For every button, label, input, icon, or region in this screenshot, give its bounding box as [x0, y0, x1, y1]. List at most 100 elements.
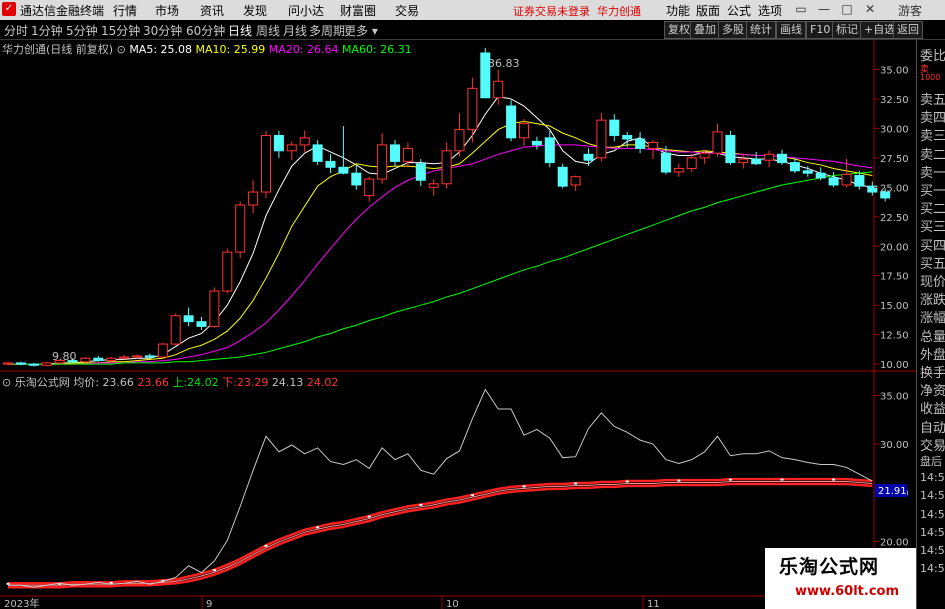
indicator-settings-icon[interactable]: ⊙: [2, 376, 11, 389]
f10-button[interactable]: F10: [806, 21, 835, 39]
candle-body-up: [493, 80, 504, 99]
tab-30min[interactable]: 30分钟: [143, 22, 182, 39]
panel-item: 14:56: [920, 507, 945, 521]
y-tick-label: 22.50: [880, 213, 909, 224]
value-5: 24.13: [271, 376, 304, 389]
ma5-label: MA5: 25.08: [129, 43, 193, 56]
candle-body-down: [815, 172, 826, 179]
candle-body-up: [132, 355, 142, 358]
candle-body-down: [557, 166, 568, 187]
up-label: 上:: [172, 376, 188, 389]
watermark-logo: 乐淘公式网 www.60lt.com: [765, 548, 916, 609]
candle-body-up: [248, 191, 259, 206]
menu-item-options[interactable]: 选项: [758, 2, 782, 19]
panel-item: 卖一: [920, 165, 945, 181]
tab-more[interactable]: 更多 ▾: [344, 22, 378, 39]
candle-body-up: [596, 119, 607, 159]
candle-body-down: [660, 152, 671, 173]
draw-line-button[interactable]: 画线: [776, 21, 806, 39]
candle-body-up: [454, 129, 465, 152]
candle-body-down: [635, 138, 646, 149]
candle-body-down: [544, 137, 555, 164]
value-2: 23.66: [137, 376, 169, 389]
tab-60min[interactable]: 60分钟: [186, 22, 225, 39]
band-marker: [728, 478, 732, 481]
menu-item-quotes[interactable]: 行情: [113, 2, 137, 19]
tab-daily[interactable]: 日线: [228, 22, 252, 39]
menu-item-wealth[interactable]: 财富圈: [340, 2, 376, 19]
menu-item-function[interactable]: 功能: [666, 2, 690, 19]
tab-monthly[interactable]: 月线: [283, 22, 307, 39]
value-6: 24.02: [306, 376, 339, 389]
ma60-label: MA60: 26.31: [341, 43, 412, 56]
panel-item: 14:56: [920, 544, 945, 557]
panel-item: 买三: [920, 220, 945, 236]
guest-label[interactable]: 游客: [898, 2, 922, 19]
band-marker: [470, 494, 474, 497]
indicator-legend: ⊙ 乐淘公式网 均价: 23.66 23.66 上:24.02 下:23.29 …: [2, 374, 338, 390]
minimize-icon[interactable]: —: [815, 1, 833, 18]
overlay-button[interactable]: 叠加: [690, 21, 720, 39]
candle-body-up: [712, 131, 723, 154]
candle-body-up: [673, 167, 684, 173]
menu-item-formula[interactable]: 公式: [727, 2, 751, 19]
y-tick-label: 20.00: [880, 242, 909, 253]
panel-item: 卖五: [920, 93, 945, 108]
ma5-line: [8, 96, 873, 365]
candle-body-up: [467, 87, 478, 131]
menu-item-trade[interactable]: 交易: [395, 2, 419, 19]
date-label: 9: [206, 599, 212, 609]
candle-body-up: [686, 157, 697, 169]
candle-body-down: [144, 355, 155, 358]
menu-item-market[interactable]: 市场: [155, 2, 179, 19]
multi-stock-button[interactable]: 多股: [718, 21, 748, 39]
candle-body-down: [828, 177, 839, 186]
candle-body-up: [170, 315, 181, 345]
tab-5min[interactable]: 5分钟: [66, 22, 98, 39]
tab-weekly[interactable]: 周线: [256, 22, 280, 39]
tab-multi-period[interactable]: 多周期: [309, 22, 345, 39]
candle-body-up: [3, 362, 13, 365]
candle-body-up: [738, 158, 749, 164]
tab-1min[interactable]: 1分钟: [31, 22, 63, 39]
panel-item: 卖四: [920, 111, 945, 127]
down-label: 下:: [222, 376, 237, 389]
ma10-label: MA10: 25.99: [195, 43, 266, 56]
restore-icon[interactable]: ▭: [792, 1, 810, 18]
candle-body-down: [609, 119, 620, 136]
watermark-title: 乐淘公式网: [779, 556, 880, 578]
menu-item-assistant[interactable]: 问小达: [288, 2, 324, 19]
maximize-icon[interactable]: □: [838, 1, 856, 18]
panel-item: 卖二: [920, 147, 945, 163]
menu-item-layout[interactable]: 版面: [696, 2, 720, 19]
candle-body-up: [119, 356, 130, 359]
panel-item: 卖三: [920, 129, 945, 145]
mark-button[interactable]: 标记: [832, 21, 862, 39]
settings-icon[interactable]: ⊙: [117, 43, 126, 56]
panel-item: 涨跌: [920, 293, 945, 309]
candle-body-down: [338, 166, 349, 174]
candle-body-up: [286, 144, 297, 152]
close-icon[interactable]: ✕: [861, 1, 879, 18]
y-tick-label: 35.00: [880, 391, 909, 402]
back-button[interactable]: 返回: [893, 21, 923, 39]
tab-intraday[interactable]: 分时: [4, 22, 28, 39]
candle-body-down: [725, 134, 736, 164]
band-marker: [780, 478, 784, 481]
date-label: 11: [647, 599, 660, 609]
kline-chart[interactable]: 35.00 32.50 30.00 27.50 25.00 22.50 20.00 17.50…: [0, 40, 916, 609]
low-price-label: 9.80: [52, 350, 77, 363]
band-marker: [6, 582, 10, 585]
panel-item: 自动: [920, 420, 945, 436]
avg-label: 均价:: [73, 376, 99, 389]
login-notice[interactable]: 证券交易未登录 华力创通: [513, 3, 641, 19]
menu-item-discover[interactable]: 发现: [243, 2, 267, 19]
candle-body-up: [570, 176, 581, 186]
app-logo-icon: ✓: [2, 2, 16, 16]
high-price-label: 36.83: [488, 57, 520, 70]
candle-body-down: [93, 357, 104, 362]
statistics-button[interactable]: 统计: [746, 21, 776, 39]
tab-15min[interactable]: 15分钟: [101, 22, 140, 39]
panel-item: 14:56: [920, 489, 945, 503]
menu-item-news[interactable]: 资讯: [200, 2, 224, 19]
